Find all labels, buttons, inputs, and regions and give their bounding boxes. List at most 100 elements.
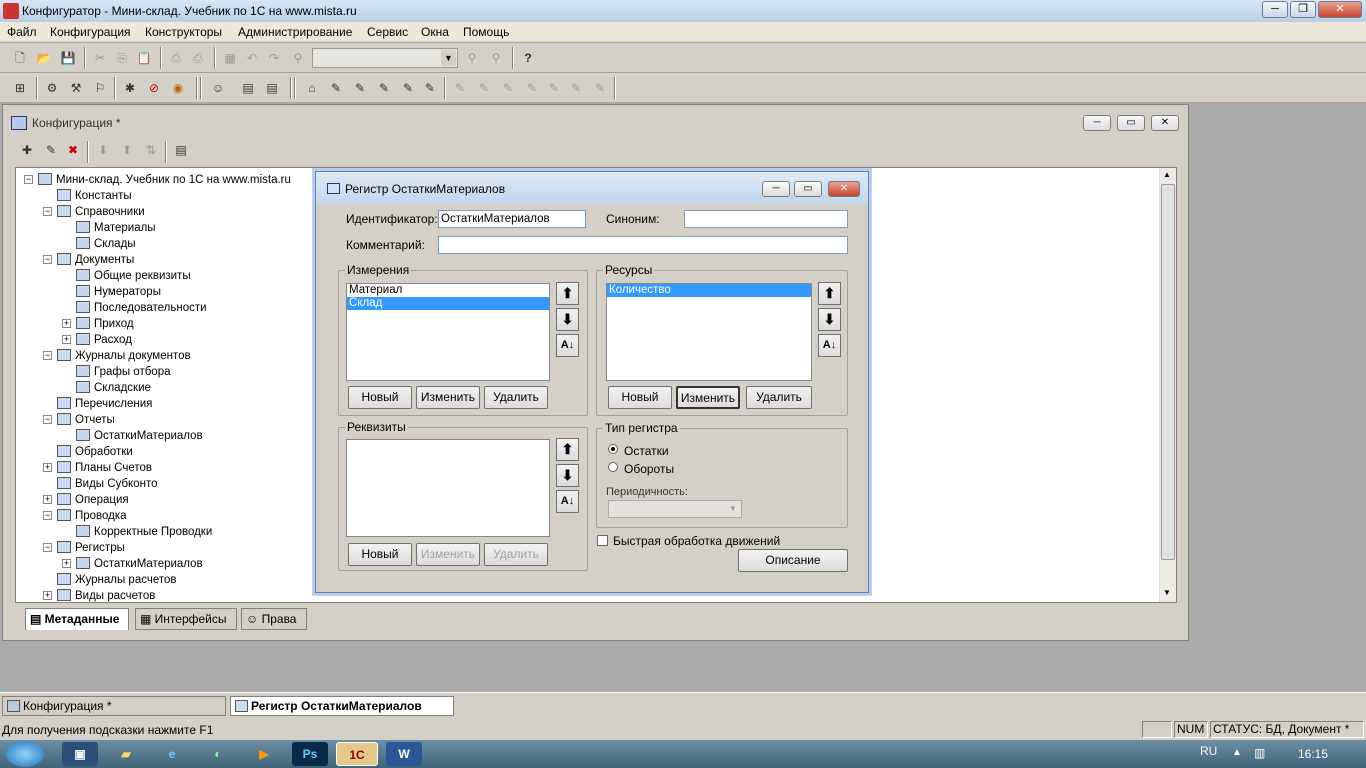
run-icon[interactable]: ✱: [120, 78, 140, 98]
tab-rights[interactable]: ☺ Права: [241, 608, 307, 630]
cut-icon[interactable]: ✂: [90, 48, 110, 68]
word-icon[interactable]: W: [386, 742, 422, 766]
dims-delete-button[interactable]: Удалить: [484, 386, 548, 409]
ie-icon[interactable]: e: [154, 742, 190, 766]
print-icon[interactable]: ⎙: [166, 48, 186, 68]
debug-icon[interactable]: ⚙: [42, 78, 62, 98]
tree-item[interactable]: Проводка: [57, 508, 127, 524]
network-icon[interactable]: ▥: [1254, 746, 1265, 760]
tree-item[interactable]: Виды расчетов: [57, 588, 155, 602]
tree-item[interactable]: Справочники: [57, 204, 145, 220]
reqs-sort-icon[interactable]: A↓: [556, 490, 579, 513]
periodicity-select[interactable]: ▼: [608, 500, 742, 518]
redo-icon[interactable]: ↷: [264, 48, 284, 68]
dims-move-down-icon[interactable]: ⬇: [556, 308, 579, 331]
res-delete-button[interactable]: Удалить: [746, 386, 812, 409]
tree-item[interactable]: Последовательности: [76, 300, 207, 316]
dialog-close-button[interactable]: ✕: [828, 181, 860, 197]
tree-item[interactable]: Отчеты: [57, 412, 115, 428]
tree-item[interactable]: Журналы расчетов: [57, 572, 176, 588]
expand-toggle[interactable]: −: [43, 351, 52, 360]
menu-windows[interactable]: Окна: [421, 25, 449, 39]
reqs-delete-button[interactable]: Удалить: [484, 543, 548, 566]
tree-item[interactable]: Материалы: [76, 220, 156, 236]
tree-item[interactable]: Расход: [76, 332, 132, 348]
expand-toggle[interactable]: −: [43, 415, 52, 424]
expand-toggle[interactable]: −: [43, 207, 52, 216]
add-object-icon[interactable]: ✚: [17, 140, 37, 160]
res-sort-icon[interactable]: A↓: [818, 334, 841, 357]
delete-object-icon[interactable]: ✖: [63, 140, 83, 160]
menu-file[interactable]: Файл: [7, 25, 37, 39]
tree-item[interactable]: Мини-склад. Учебник по 1С на www.mista.r…: [38, 172, 291, 188]
wizard-icon-1[interactable]: ✎: [450, 78, 470, 98]
menu-constructors[interactable]: Конструкторы: [145, 25, 222, 39]
search-combo[interactable]: ▼: [312, 48, 458, 68]
radio-turnovers[interactable]: [608, 462, 618, 472]
expand-toggle[interactable]: +: [62, 559, 71, 568]
list-item[interactable]: Склад: [347, 297, 549, 310]
constructor-icon-4[interactable]: ✎: [374, 78, 394, 98]
constructor-icon-3[interactable]: ✎: [350, 78, 370, 98]
form-edit-icon[interactable]: ▤: [262, 78, 282, 98]
dialog-minimize-button[interactable]: ─: [762, 181, 790, 197]
menu-service[interactable]: Сервис: [367, 25, 408, 39]
window-tab-register[interactable]: Регистр ОстаткиМатериалов: [230, 696, 454, 716]
sort-icon[interactable]: ⇅: [141, 140, 161, 160]
app-green-icon[interactable]: ◐: [200, 742, 236, 766]
menu-help[interactable]: Помощь: [463, 25, 509, 39]
config-restore-button[interactable]: ▭: [1117, 115, 1145, 131]
photoshop-icon[interactable]: Ps: [292, 742, 328, 766]
tab-interfaces[interactable]: ▦ Интерфейсы: [135, 608, 237, 630]
reqs-edit-button[interactable]: Изменить: [416, 543, 480, 566]
res-new-button[interactable]: Новый: [608, 386, 672, 409]
tree-item[interactable]: Корректные Проводки: [76, 524, 212, 540]
print-preview-icon[interactable]: ⎙: [188, 48, 208, 68]
res-move-down-icon[interactable]: ⬇: [818, 308, 841, 331]
maximize-button[interactable]: ❐: [1290, 1, 1316, 18]
tree-item[interactable]: Документы: [57, 252, 134, 268]
tree-item[interactable]: Перечисления: [57, 396, 152, 412]
constructor-icon-6[interactable]: ✎: [420, 78, 440, 98]
tree-item[interactable]: Журналы документов: [57, 348, 191, 364]
table-edit-icon[interactable]: ▤: [238, 78, 258, 98]
edit-object-icon[interactable]: ✎: [41, 140, 61, 160]
requisites-list[interactable]: [346, 439, 550, 537]
expand-toggle[interactable]: −: [43, 543, 52, 552]
expand-toggle[interactable]: +: [62, 319, 71, 328]
start-button-icon[interactable]: [6, 741, 44, 767]
copy-icon[interactable]: ⎘: [112, 48, 132, 68]
tree-item[interactable]: Виды Субконто: [57, 476, 157, 492]
expand-toggle[interactable]: +: [43, 495, 52, 504]
find-next-icon[interactable]: ⚲: [462, 48, 482, 68]
paste-icon[interactable]: 📋: [134, 48, 154, 68]
save-icon[interactable]: 💾: [58, 48, 78, 68]
tree-item[interactable]: Графы отбора: [76, 364, 170, 380]
wizard-icon-3[interactable]: ✎: [498, 78, 518, 98]
tree-item[interactable]: Общие реквизиты: [76, 268, 191, 284]
wizard-icon-7[interactable]: ✎: [590, 78, 610, 98]
tree-item[interactable]: Планы Счетов: [57, 460, 152, 476]
expand-toggle[interactable]: +: [62, 335, 71, 344]
description-button[interactable]: Описание: [738, 549, 848, 572]
tab-metadata[interactable]: ▤ Метаданные: [25, 608, 129, 630]
new-icon[interactable]: 🗋: [10, 48, 30, 68]
resources-list[interactable]: Количество: [606, 283, 812, 381]
dims-move-up-icon[interactable]: ⬆: [556, 282, 579, 305]
fast-processing-checkbox[interactable]: [597, 535, 608, 546]
dims-edit-button[interactable]: Изменить: [416, 386, 480, 409]
dims-new-button[interactable]: Новый: [348, 386, 412, 409]
tree-scrollbar[interactable]: ▲ ▼: [1159, 168, 1176, 602]
expand-toggle[interactable]: −: [43, 511, 52, 520]
help-icon[interactable]: ?: [518, 48, 538, 68]
constructor-icon-2[interactable]: ✎: [326, 78, 346, 98]
expand-toggle[interactable]: +: [43, 591, 52, 600]
wizard-icon-5[interactable]: ✎: [544, 78, 564, 98]
disk-app-icon[interactable]: ▣: [62, 742, 98, 766]
menu-configuration[interactable]: Конфигурация: [50, 25, 131, 39]
list-item[interactable]: Количество: [607, 284, 811, 297]
tree-icon[interactable]: ⊞: [10, 78, 30, 98]
close-button[interactable]: ✕: [1318, 1, 1362, 18]
constructor-icon-1[interactable]: ⌂: [302, 78, 322, 98]
tray-up-icon[interactable]: ▲: [1232, 747, 1242, 758]
